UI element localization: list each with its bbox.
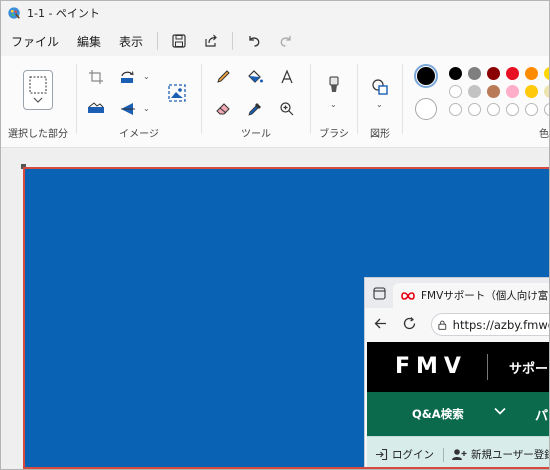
image-properties-icon[interactable] <box>164 80 190 106</box>
color-black[interactable] <box>449 67 462 80</box>
selection-tool-button[interactable] <box>23 70 53 110</box>
brushes-group: ⌄ ブラシ <box>311 56 357 148</box>
paint-app-icon <box>8 7 20 19</box>
color-light-yellow[interactable] <box>544 85 550 98</box>
chevron-down-icon[interactable]: ⌄ <box>376 100 383 109</box>
login-link: ログイン <box>375 447 434 462</box>
color-orange[interactable] <box>525 67 538 80</box>
qa-search-link: Q&A検索 <box>412 407 464 421</box>
brushes-group-label: ブラシ <box>319 129 349 140</box>
custom-color-slot[interactable] <box>525 103 538 116</box>
color-picker-icon[interactable] <box>242 96 268 122</box>
fmv-site-nav: Q&A検索 パ <box>367 392 550 436</box>
nav-next-link: パ <box>535 409 549 424</box>
add-user-icon <box>452 449 467 460</box>
fmv-logo: FMV <box>395 354 467 379</box>
colors-group-label: 色 <box>539 129 549 140</box>
custom-color-slot[interactable] <box>468 103 481 116</box>
chevron-down-icon <box>494 407 506 415</box>
color-gray[interactable] <box>468 67 481 80</box>
text-icon[interactable] <box>274 64 300 90</box>
account-divider <box>443 448 444 462</box>
ribbon: 選択した部分 ⌄ ⌄ イメージ ツール ⌄ ブラシ ⌄ 図形 色 <box>0 56 550 148</box>
flip-icon[interactable] <box>115 96 141 122</box>
fmv-site-account-bar: ログイン 新規ユーザー登録 <box>367 436 550 467</box>
fmv-site-header: FMV サポー <box>367 342 550 392</box>
chevron-down-icon[interactable]: ⌄ <box>143 72 150 81</box>
browser-url-field: https://azby.fmworld <box>431 313 550 336</box>
fill-bucket-icon[interactable] <box>242 64 268 90</box>
image-select-icon[interactable] <box>83 96 109 122</box>
browser-url-text: https://azby.fmworld <box>452 317 550 332</box>
color-brown[interactable] <box>487 85 500 98</box>
back-arrow-icon <box>374 318 386 329</box>
custom-color-slot[interactable] <box>487 103 500 116</box>
refresh-icon <box>403 317 416 330</box>
pasted-browser-screenshot: FMVサポート（個人向け富士通 https://azby.fmworld FMV… <box>365 278 550 467</box>
browser-tab-title: FMVサポート（個人向け富士通 <box>421 290 550 302</box>
browser-address-bar: https://azby.fmworld <box>365 308 550 340</box>
crop-icon[interactable] <box>83 64 109 90</box>
resize-icon[interactable] <box>115 64 141 90</box>
browser-tab: FMVサポート（個人向け富士通 <box>393 283 550 308</box>
drawing-canvas[interactable]: FMVサポート（個人向け富士通 https://azby.fmworld FMV… <box>23 167 550 469</box>
window-title: 1-1 - ペイント <box>27 7 100 20</box>
tab-actions-icon <box>373 287 386 300</box>
tools-group: ツール <box>202 56 310 148</box>
menu-divider <box>232 32 234 50</box>
shapes-group-label: 図形 <box>370 129 390 140</box>
eraser-icon[interactable] <box>210 96 236 122</box>
image-group: ⌄ ⌄ イメージ <box>77 56 201 148</box>
login-label: ログイン <box>392 449 434 461</box>
color-white[interactable] <box>449 85 462 98</box>
brush-icon[interactable] <box>321 74 347 100</box>
browser-tab-bar: FMVサポート（個人向け富士通 <box>365 278 550 308</box>
primary-color-swatch[interactable] <box>414 64 438 88</box>
menu-file[interactable]: ファイル <box>4 29 66 54</box>
fujitsu-infinity-icon <box>401 291 415 300</box>
share-icon[interactable] <box>197 28 225 54</box>
shapes-group: ⌄ 図形 <box>358 56 402 148</box>
selection-group-label: 選択した部分 <box>8 129 68 140</box>
colors-group: 色 <box>403 56 550 148</box>
header-divider <box>487 354 488 380</box>
magnifier-icon[interactable] <box>274 96 300 122</box>
redo-icon[interactable] <box>272 28 300 54</box>
support-heading: サポー <box>509 362 549 377</box>
custom-color-slot[interactable] <box>506 103 519 116</box>
color-gold[interactable] <box>525 85 538 98</box>
selection-group: 選択した部分 <box>0 56 76 148</box>
color-light-gray[interactable] <box>468 85 481 98</box>
lock-icon <box>438 320 447 330</box>
menu-bar: ファイル 編集 表示 <box>0 26 550 56</box>
color-red[interactable] <box>506 67 519 80</box>
secondary-color-swatch[interactable] <box>415 98 437 120</box>
image-group-label: イメージ <box>119 129 159 140</box>
color-dark-red[interactable] <box>487 67 500 80</box>
custom-color-slot[interactable] <box>544 103 550 116</box>
menu-edit[interactable]: 編集 <box>70 29 108 54</box>
title-bar: 1-1 - ペイント <box>0 0 550 26</box>
custom-color-slot[interactable] <box>449 103 462 116</box>
chevron-down-icon[interactable]: ⌄ <box>330 100 337 109</box>
register-label: 新規ユーザー登録 <box>471 449 550 461</box>
save-icon[interactable] <box>165 28 193 54</box>
color-pink[interactable] <box>506 85 519 98</box>
pencil-icon[interactable] <box>210 64 236 90</box>
menu-view[interactable]: 表示 <box>112 29 150 54</box>
tools-group-label: ツール <box>241 129 271 140</box>
register-link: 新規ユーザー登録 <box>451 447 550 462</box>
login-icon <box>376 448 388 461</box>
color-yellow[interactable] <box>544 67 550 80</box>
undo-icon[interactable] <box>240 28 268 54</box>
chevron-down-icon[interactable]: ⌄ <box>143 104 150 113</box>
menu-divider <box>157 32 159 50</box>
shapes-icon[interactable] <box>367 74 393 100</box>
